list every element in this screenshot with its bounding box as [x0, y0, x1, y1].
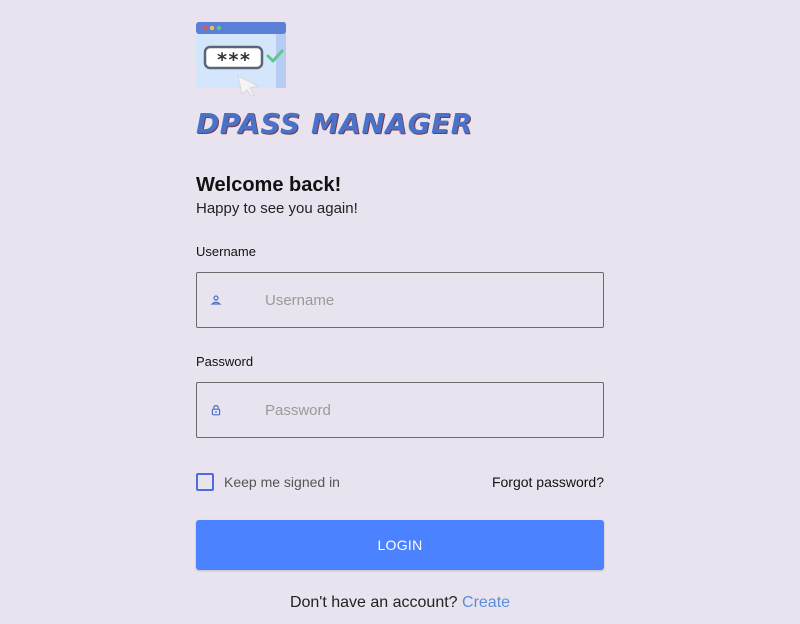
- brand-title: DPASS MANAGER: [196, 107, 473, 140]
- page-title: Welcome back!: [196, 174, 342, 196]
- password-mask-text: ***: [216, 49, 250, 71]
- username-label: Username: [196, 244, 256, 259]
- login-panel: *** DPASS MANAGER Welcome back! Happy to…: [196, 20, 604, 612]
- remember-me-checkbox[interactable]: [196, 473, 214, 491]
- signup-prompt-text: Don't have an account?: [289, 594, 463, 611]
- remember-me-label: Keep me signed in: [224, 474, 340, 490]
- create-account-link[interactable]: Create: [462, 594, 510, 611]
- login-button[interactable]: LOGIN: [196, 520, 604, 570]
- password-input[interactable]: [265, 401, 585, 419]
- signup-prompt: Don't have an account? Create: [196, 594, 604, 612]
- user-icon: [210, 294, 222, 306]
- lock-icon: [210, 404, 222, 416]
- username-input[interactable]: [265, 291, 585, 309]
- page-subtitle: Happy to see you again!: [196, 200, 358, 217]
- login-page: *** DPASS MANAGER Welcome back! Happy to…: [0, 0, 800, 624]
- password-field[interactable]: [196, 382, 604, 438]
- password-manager-logo: ***: [196, 22, 286, 96]
- password-label: Password: [196, 354, 254, 369]
- login-options-row: Keep me signed in Forgot password?: [196, 472, 604, 492]
- forgot-password-link[interactable]: Forgot password?: [492, 474, 604, 490]
- username-field[interactable]: [196, 272, 604, 328]
- remember-me-control[interactable]: Keep me signed in: [196, 473, 340, 491]
